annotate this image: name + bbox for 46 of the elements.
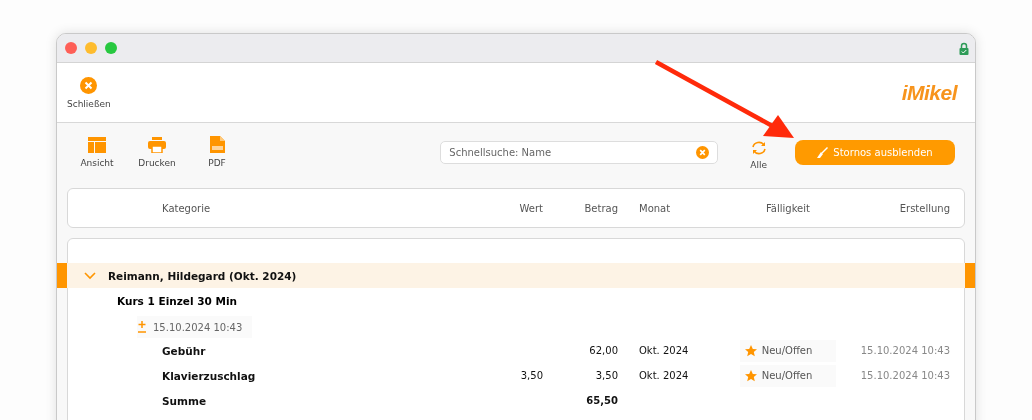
amount-cell-text: 62,00 xyxy=(588,345,618,356)
value-cell: 3,50 xyxy=(520,370,543,381)
group-title: Reimann, Hildegard (Okt. 2024) xyxy=(108,269,297,282)
column-header[interactable]: Monat xyxy=(618,202,738,214)
document-icon xyxy=(209,136,225,153)
printer-icon xyxy=(148,136,166,153)
layout-icon xyxy=(88,136,106,153)
column-header[interactable]: Wert xyxy=(483,202,543,214)
created-cell-text: 15.10.2024 10:43 xyxy=(859,370,950,381)
search-field[interactable]: Schnellsuche: Name xyxy=(440,140,719,164)
category-cell-text: Klavierzuschlag xyxy=(162,369,257,382)
toolbar-button[interactable]: Ansicht xyxy=(71,136,123,168)
month-cell-text: Okt. 2024 xyxy=(638,345,690,356)
status-text: Neu/Offen xyxy=(761,370,813,381)
refresh-icon xyxy=(750,140,767,155)
star-icon xyxy=(744,344,757,357)
minimize-window-icon[interactable] xyxy=(85,42,97,54)
toolbar-button[interactable]: Drucken xyxy=(131,136,183,168)
category-cell-text: Gebühr xyxy=(162,344,207,357)
broom-icon xyxy=(817,146,829,158)
close-button[interactable]: Schließen xyxy=(67,76,111,109)
close-icon xyxy=(80,76,98,94)
date-entry[interactable]: 15.10.2024 10:43 xyxy=(137,316,253,338)
column-header[interactable]: Erstellung xyxy=(838,202,950,214)
category-cell-text: Summe xyxy=(162,394,208,407)
chevron-icon[interactable] xyxy=(84,271,96,280)
created-cell-text: 15.10.2024 10:43 xyxy=(859,345,950,356)
refresh-button[interactable]: Alle xyxy=(750,140,767,170)
month-cell-text: Okt. 2024 xyxy=(638,370,690,381)
column-header[interactable]: Betrag xyxy=(543,202,618,214)
amount-cell-text: 3,50 xyxy=(594,370,618,381)
zoom-window-icon[interactable] xyxy=(105,42,117,54)
toolbar-button[interactable]: PDF xyxy=(191,136,243,168)
close-window-icon[interactable] xyxy=(65,42,77,54)
status-text: Neu/Offen xyxy=(761,345,813,356)
logo: iMikel xyxy=(901,80,957,105)
column-header[interactable]: Kategorie xyxy=(162,202,483,214)
course-name: Kurs 1 Einzel 30 Min xyxy=(116,294,238,309)
sum-cell-text: 65,50 xyxy=(585,395,618,406)
search-input[interactable]: Schnellsuche: Name xyxy=(447,145,697,159)
column-header[interactable]: Fälligkeit xyxy=(738,202,838,214)
group-row[interactable]: Reimann, Hildegard (Okt. 2024) xyxy=(57,263,975,288)
plus-minus-icon xyxy=(137,321,147,333)
clear-icon[interactable] xyxy=(696,145,710,159)
lock-icon xyxy=(959,41,969,55)
star-icon xyxy=(744,369,757,382)
